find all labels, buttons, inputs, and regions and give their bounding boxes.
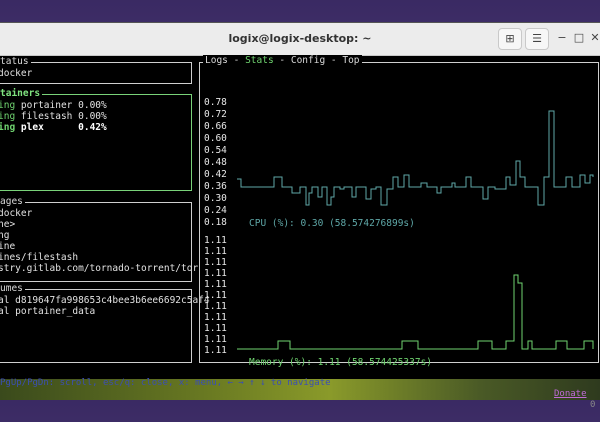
donate-link[interactable]: Donate: [554, 389, 587, 400]
keyboard-help-text: PgUp/PgDn: scroll, esc/q: close, x: menu…: [0, 378, 331, 388]
terminal-window: ⊞ ☰ logix@logix-desktop: ~ − □ ✕ tatus d…: [0, 22, 600, 410]
maximize-icon: □: [573, 31, 585, 44]
status-extra: 0: [590, 400, 596, 410]
memory-series-line: [237, 274, 594, 350]
close-icon: ✕: [590, 31, 600, 44]
terminal-content: tatus docker tainers ing portainer 0.00%…: [0, 55, 600, 410]
memory-chart: [237, 274, 594, 350]
close-button[interactable]: ✕: [586, 29, 600, 47]
status-bar: PgUp/PgDn: scroll, esc/q: close, x: menu…: [0, 367, 600, 410]
minimize-button[interactable]: −: [553, 29, 571, 47]
title-bar: ⊞ ☰ logix@logix-desktop: ~ − □ ✕: [0, 23, 600, 56]
minimize-icon: −: [557, 31, 567, 44]
window-title: logix@logix-desktop: ~: [228, 32, 372, 45]
